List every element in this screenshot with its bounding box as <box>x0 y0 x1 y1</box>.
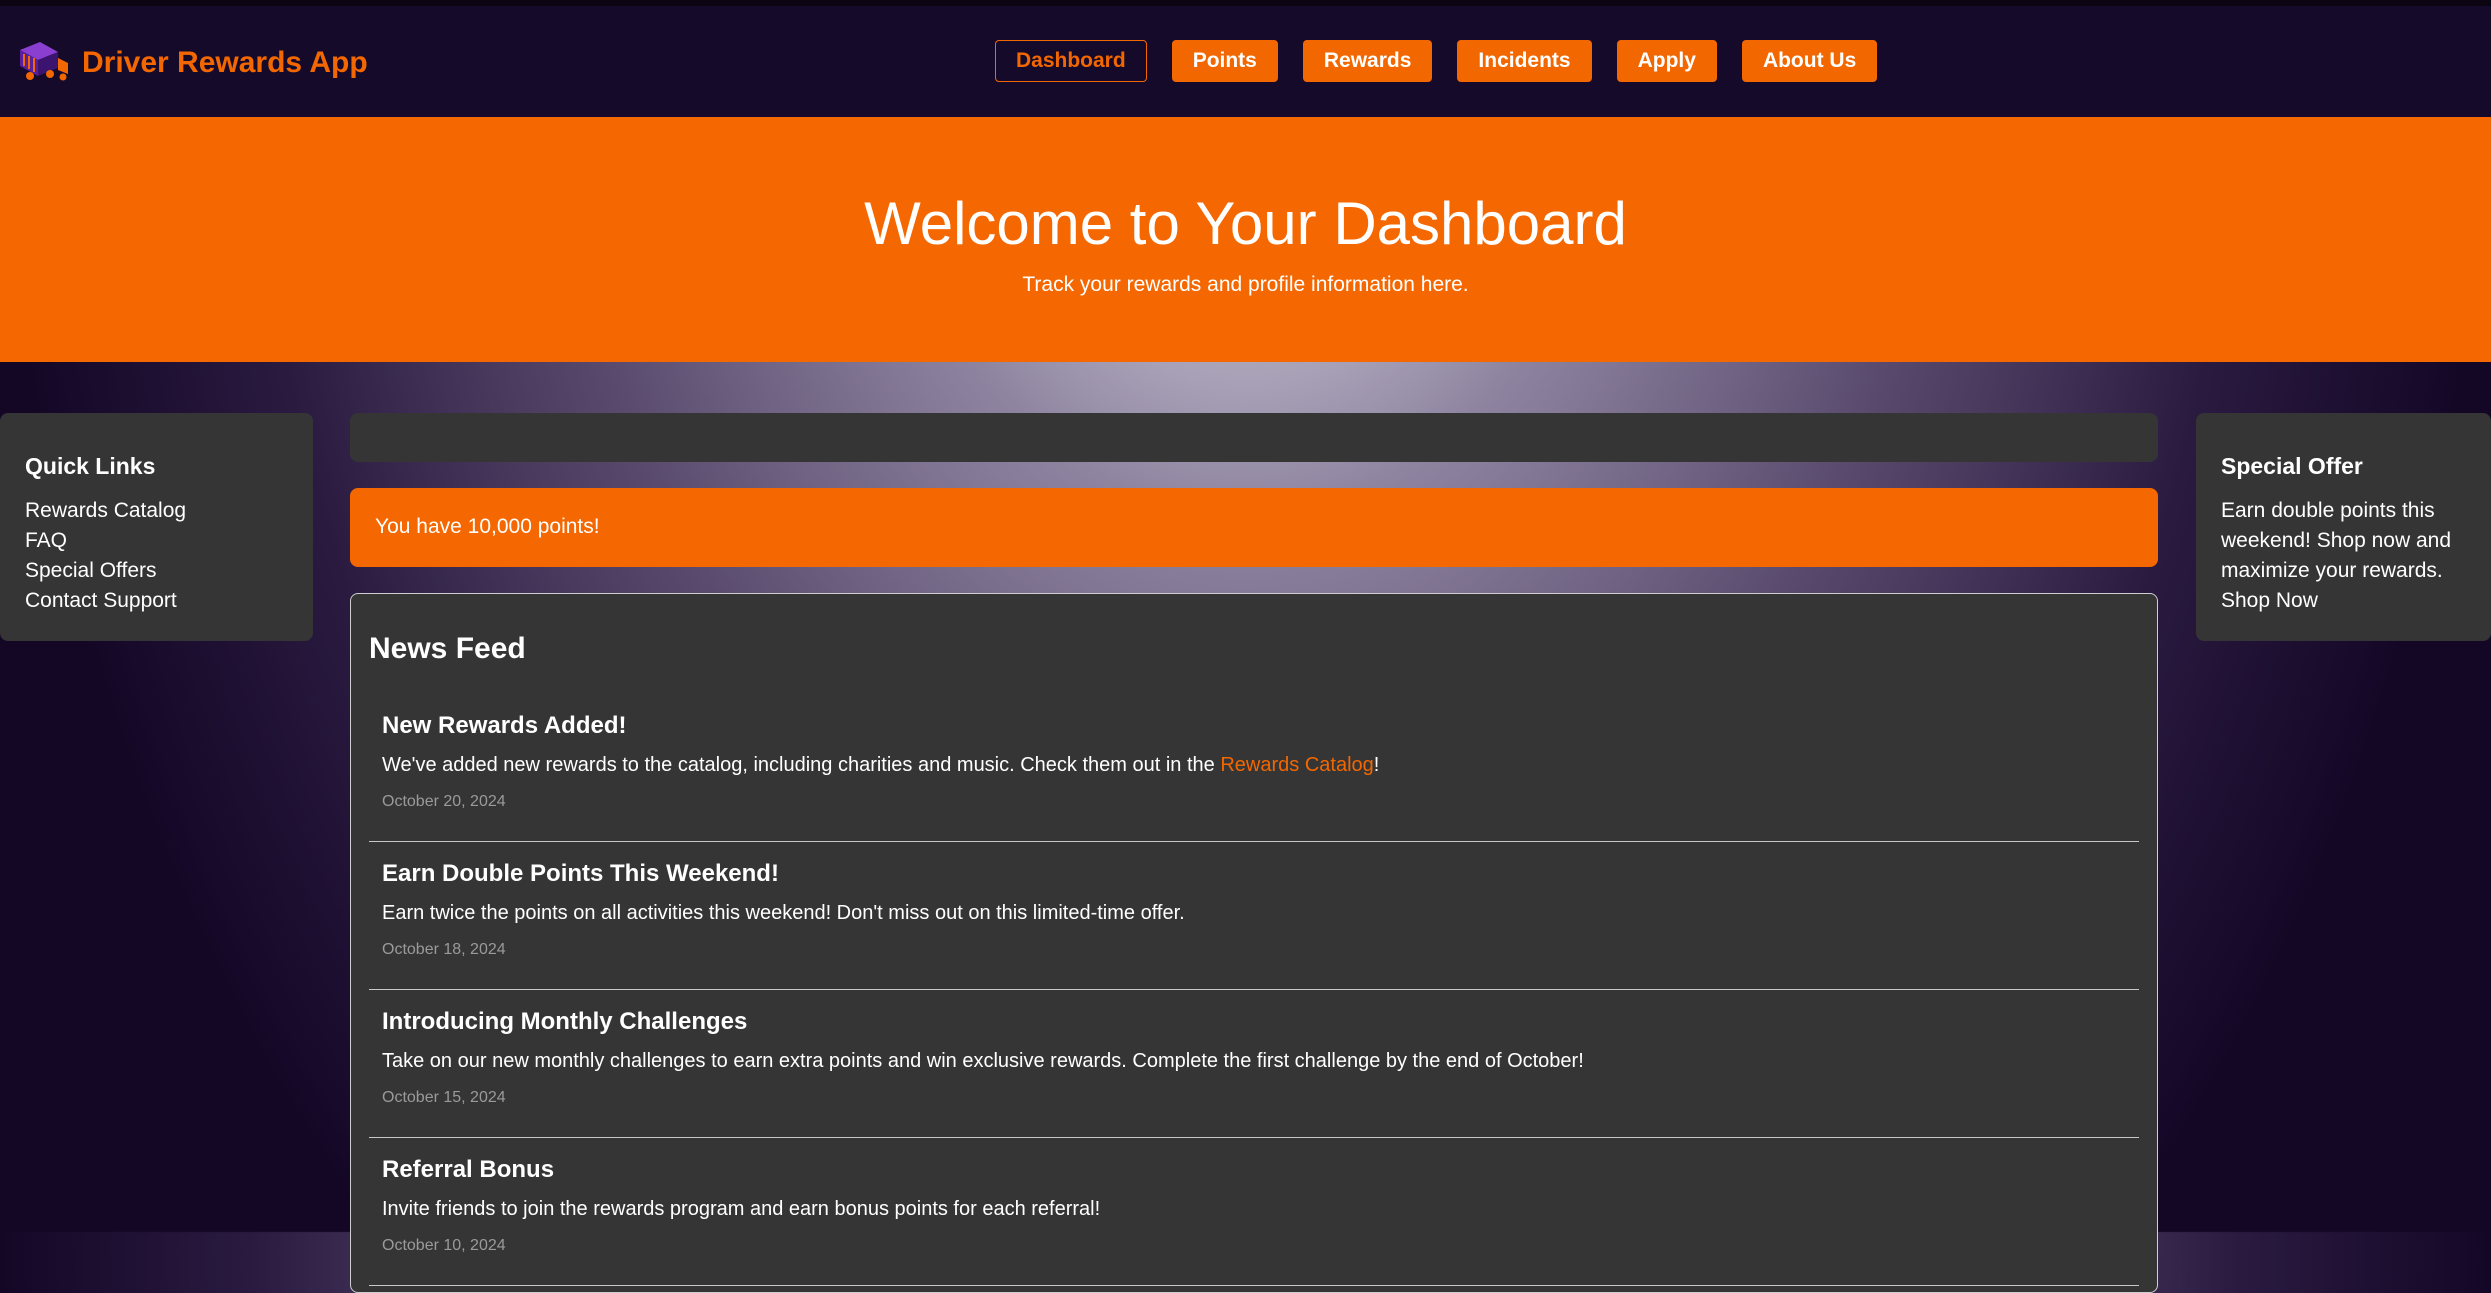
news-item-body: Take on our new monthly challenges to ea… <box>382 1050 1584 1072</box>
page-title: Welcome to Your Dashboard <box>864 190 1627 257</box>
main-nav: Dashboard Points Rewards Incidents Apply… <box>995 40 1902 82</box>
news-item-date: October 15, 2024 <box>382 1089 506 1106</box>
nav-points-button[interactable]: Points <box>1171 40 1278 82</box>
nav-about-us-button[interactable]: About Us <box>1741 40 1878 82</box>
news-item-body: We've added new rewards to the catalog, … <box>382 754 1379 777</box>
news-feed-panel: News Feed New Rewards Added! We've added… <box>350 593 2158 1293</box>
top-navbar: Driver Rewards App Dashboard Points Rewa… <box>0 0 2491 117</box>
news-item-title: Introducing Monthly Challenges <box>382 1008 748 1035</box>
news-feed-heading: News Feed <box>369 632 526 665</box>
news-item-title: New Rewards Added! <box>382 712 627 739</box>
points-banner: You have 10,000 points! <box>350 488 2158 567</box>
news-item-date: October 20, 2024 <box>382 793 506 810</box>
quick-link-special-offers[interactable]: Special Offers <box>25 556 288 586</box>
quick-link-faq[interactable]: FAQ <box>25 526 288 556</box>
news-item-date: October 10, 2024 <box>382 1237 506 1254</box>
nav-apply-button[interactable]: Apply <box>1616 40 1717 82</box>
special-offer-panel: Special Offer Earn double points this we… <box>2196 413 2491 641</box>
quick-links-heading: Quick Links <box>25 453 156 479</box>
special-offer-heading: Special Offer <box>2221 453 2363 479</box>
truck-icon <box>18 40 70 86</box>
empty-info-bar <box>350 413 2158 462</box>
nav-dashboard-button[interactable]: Dashboard <box>995 40 1147 82</box>
special-offer-text: Earn double points this weekend! Shop no… <box>2221 499 2452 582</box>
brand[interactable]: Driver Rewards App <box>18 40 368 86</box>
quick-links-panel: Quick Links Rewards Catalog FAQ Special … <box>0 413 313 641</box>
page-subtitle: Track your rewards and profile informati… <box>1022 273 1469 296</box>
news-item-date: October 18, 2024 <box>382 941 506 958</box>
nav-incidents-button[interactable]: Incidents <box>1457 40 1592 82</box>
nav-rewards-button[interactable]: Rewards <box>1302 40 1433 82</box>
news-item-body: Invite friends to join the rewards progr… <box>382 1198 1101 1220</box>
shop-now-link[interactable]: Shop Now <box>2221 586 2466 616</box>
app-title: Driver Rewards App <box>82 46 368 79</box>
news-item-body: Earn twice the points on all activities … <box>382 902 1185 924</box>
news-item-body-text: We've added new rewards to the catalog, … <box>382 754 1221 776</box>
news-list: New Rewards Added! We've added new rewar… <box>369 694 2139 1286</box>
news-item: New Rewards Added! We've added new rewar… <box>369 694 2139 842</box>
news-item-title: Earn Double Points This Weekend! <box>382 860 779 887</box>
quick-link-contact-support[interactable]: Contact Support <box>25 586 288 616</box>
news-item-title: Referral Bonus <box>382 1156 555 1183</box>
quick-link-rewards-catalog[interactable]: Rewards Catalog <box>25 496 288 526</box>
news-item: Referral Bonus Invite friends to join th… <box>369 1138 2139 1286</box>
news-item-body-end: ! <box>1373 754 1380 776</box>
rewards-catalog-link[interactable]: Rewards Catalog <box>1220 754 1373 776</box>
hero-banner: Welcome to Your Dashboard Track your rew… <box>0 117 2491 362</box>
news-item: Introducing Monthly Challenges Take on o… <box>369 990 2139 1138</box>
news-item: Earn Double Points This Weekend! Earn tw… <box>369 842 2139 990</box>
